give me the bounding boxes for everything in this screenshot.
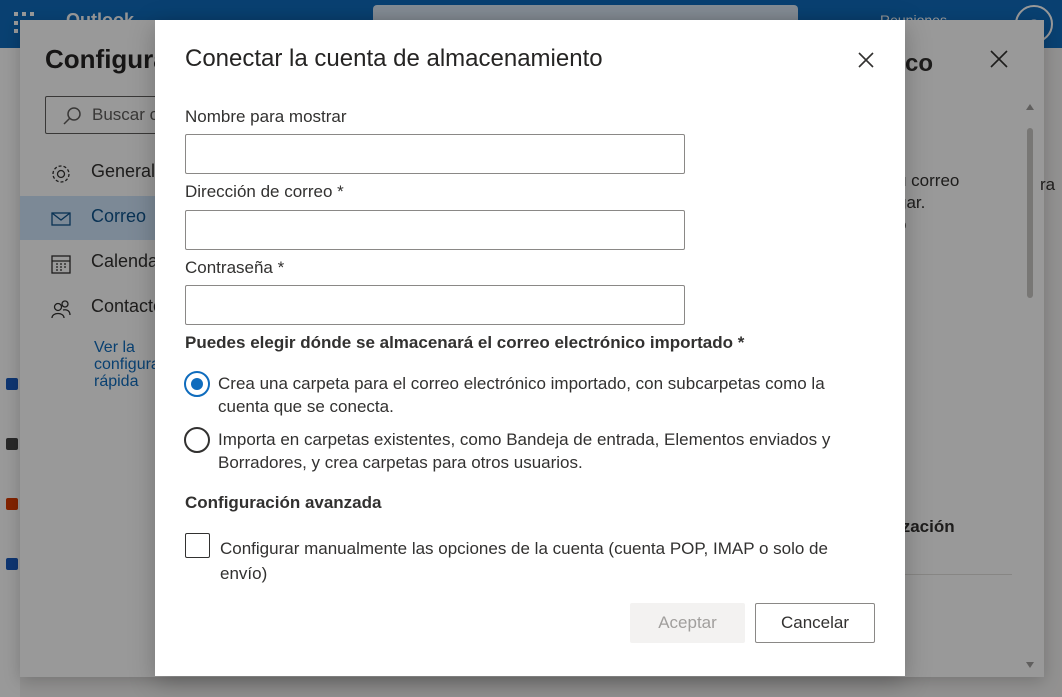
cancel-button[interactable]: Cancelar [755, 603, 875, 643]
radio-option-label: Crea una carpeta para el correo electrón… [218, 374, 825, 416]
manual-config-checkbox[interactable] [185, 533, 210, 558]
accept-button[interactable]: Aceptar [630, 603, 745, 643]
password-label: Contraseña * [185, 258, 285, 277]
email-label: Dirección de correo * [185, 182, 344, 201]
radio-button-selected[interactable] [184, 371, 210, 397]
display-name-label: Nombre para mostrar [185, 107, 347, 126]
password-field[interactable] [185, 285, 685, 325]
connect-storage-account-dialog: Conectar la cuenta de almacenamiento Nom… [155, 20, 905, 676]
radio-option-label: Importa en carpetas existentes, como Ban… [218, 430, 831, 472]
radio-button[interactable] [184, 427, 210, 453]
storage-location-question: Puedes elegir dónde se almacenará el cor… [185, 333, 745, 352]
display-name-input[interactable] [185, 134, 685, 174]
advanced-settings-heading: Configuración avanzada [185, 493, 382, 512]
manual-config-label[interactable]: Configurar manualmente las opciones de l… [220, 536, 860, 586]
close-icon[interactable] [856, 50, 876, 70]
email-field[interactable] [185, 210, 685, 250]
dialog-title: Conectar la cuenta de almacenamiento [185, 45, 603, 72]
